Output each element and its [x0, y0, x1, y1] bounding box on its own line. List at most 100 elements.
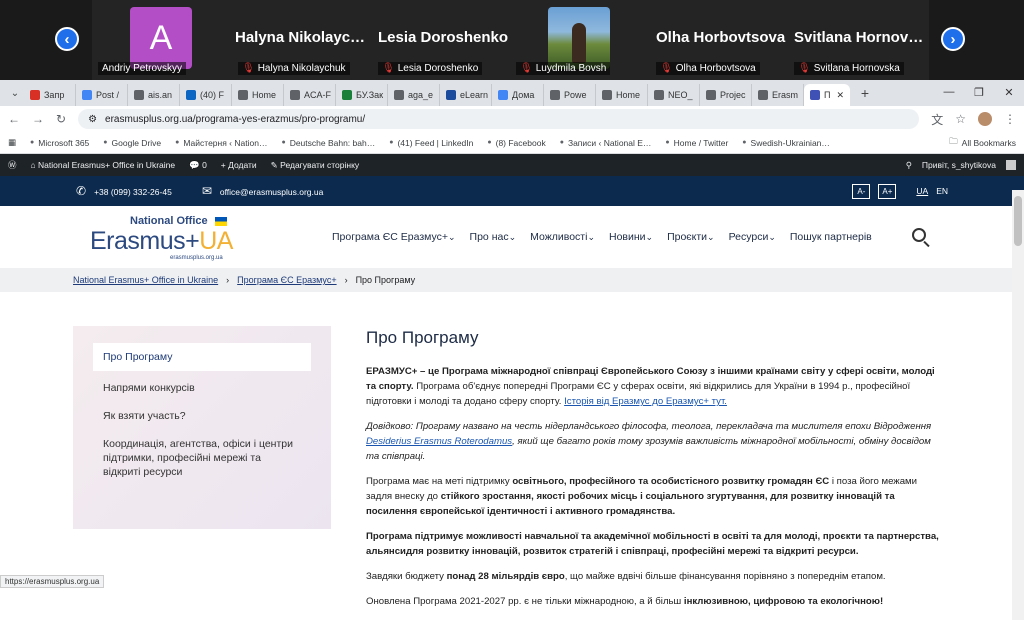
paragraph: ЕРАЗМУС+ – це Програма міжнародної співп… — [366, 366, 935, 407]
admin-greeting[interactable]: Привіт, s_shytikova — [922, 160, 996, 170]
search-icon[interactable] — [912, 228, 926, 242]
language-en[interactable]: EN — [936, 186, 948, 196]
next-page-arrow-icon[interactable]: › — [941, 27, 965, 51]
bookmark-item[interactable]: ● Майстерня ‹ Nation… — [175, 138, 267, 148]
browser-tab[interactable]: ais.an — [128, 84, 180, 106]
email-link[interactable]: office@erasmusplus.org.ua — [220, 187, 323, 197]
browser-tab[interactable]: ACA-F — [284, 84, 336, 106]
breadcrumb-section[interactable]: Програма ЄС Еразмус+ — [237, 275, 336, 285]
apps-grid-icon[interactable]: ▦ — [8, 137, 16, 148]
browser-tab[interactable]: Erasm — [752, 84, 804, 106]
bookmark-item[interactable]: ● Google Drive — [103, 138, 161, 148]
wordpress-logo-icon[interactable]: Ⓦ — [8, 159, 17, 171]
meeting-strip: ‹ A Andriy Petrovskyy Halyna Nikolayc… 🎙… — [0, 0, 1024, 80]
nav-item[interactable]: Програма ЄС Еразмус+⌄ — [332, 231, 456, 243]
browser-tab[interactable]: Home — [232, 84, 284, 106]
site-logo[interactable]: National Office Erasmus+UA erasmusplus.o… — [90, 213, 260, 261]
participant-tile[interactable]: Halyna Nikolayc… 🎙 Halyna Nikolaychuk — [232, 0, 372, 80]
participant-name-label: 🎙 Lesia Doroshenko — [378, 62, 483, 75]
erasmus-link[interactable]: Desiderius Erasmus Roterodamus — [366, 436, 512, 447]
sidebar-item-calls[interactable]: Напрями конкурсів — [93, 374, 311, 402]
nav-item[interactable]: Про нас⌄ — [470, 231, 517, 243]
participant-tile[interactable]: Andriy Petrovskyy — [92, 0, 232, 80]
history-link[interactable]: Історія від Еразмус до Еразмус+ тут. — [564, 396, 727, 407]
font-decrease-button[interactable]: A- — [852, 183, 871, 199]
close-icon[interactable]: ✕ — [994, 80, 1024, 104]
nav-item[interactable]: Проєкти⌄ — [667, 231, 715, 243]
breadcrumb-separator: › — [226, 275, 230, 285]
back-icon[interactable]: ← — [8, 112, 20, 126]
browser-tab[interactable]: eLearn — [440, 84, 492, 106]
browser-window: ⌄ Запр Post / ais.an (40) F Home ACA-F БУ.Зак a… — [0, 80, 1024, 620]
forward-icon[interactable]: → — [32, 112, 44, 126]
reload-icon[interactable]: ↻ — [56, 112, 66, 126]
breadcrumb-home[interactable]: National Erasmus+ Office in Ukraine — [73, 275, 218, 285]
tab-favicon-icon — [550, 90, 560, 100]
phone-number[interactable]: +38 (099) 332-26-45 — [94, 187, 172, 197]
edit-page-link[interactable]: ✎ Редагувати сторінку — [271, 160, 359, 171]
tab-search-chevron-icon[interactable]: ⌄ — [6, 84, 24, 102]
browser-tab[interactable]: Projec — [700, 84, 752, 106]
bookmark-item[interactable]: ● (41) Feed | LinkedIn — [389, 138, 473, 148]
bookmark-item[interactable]: ● Swedish-Ukrainian… — [742, 138, 830, 148]
participant-tile[interactable]: Olha Horbovtsova 🎙 Olha Horbovtsova — [650, 0, 790, 80]
tab-favicon-icon — [758, 90, 768, 100]
breadcrumb-current: Про Програму — [355, 275, 416, 285]
nav-item[interactable]: Пошук партнерів — [790, 231, 872, 243]
tab-favicon-icon — [446, 90, 456, 100]
bookmark-item[interactable]: ● (8) Facebook — [487, 138, 545, 148]
scrollbar-thumb[interactable] — [1014, 196, 1022, 246]
browser-tab[interactable]: БУ.Зак — [336, 84, 388, 106]
minimize-icon[interactable]: — — [934, 80, 964, 104]
admin-search-icon[interactable]: ⚲ — [906, 160, 912, 171]
profile-avatar[interactable] — [978, 112, 992, 126]
bookmark-item[interactable]: ● Записи ‹ National E… — [560, 138, 652, 148]
previous-page-arrow-icon[interactable]: ‹ — [55, 27, 79, 51]
admin-site-link[interactable]: ⌂ National Erasmus+ Office in Ukraine — [31, 160, 176, 170]
scrollbar[interactable] — [1012, 190, 1024, 620]
browser-tab[interactable]: Запр — [24, 84, 76, 106]
browser-tab[interactable]: Post / — [76, 84, 128, 106]
browser-tab[interactable]: aga_e — [388, 84, 440, 106]
paragraph: Програма підтримує можливості навчальної… — [366, 531, 939, 557]
sidebar-item-coordination[interactable]: Координація, агентства, офіси і центри п… — [93, 430, 311, 486]
add-new-link[interactable]: + Додати — [221, 160, 257, 170]
site-info-icon[interactable]: ⚙ — [88, 114, 97, 125]
bookmark-favicon-icon: ● — [487, 139, 492, 146]
chevron-down-icon: ⌄ — [645, 232, 654, 242]
browser-tab[interactable]: Powe — [544, 84, 596, 106]
bookmark-item[interactable]: ● Microsoft 365 — [30, 138, 89, 148]
tab-label: БУ.Зак — [356, 90, 384, 100]
muted-mic-icon: 🎙 — [798, 63, 811, 74]
bookmark-star-icon[interactable]: ☆ — [955, 112, 966, 126]
sidebar-item-about[interactable]: Про Програму — [93, 343, 311, 371]
browser-tab[interactable]: NEO_ — [648, 84, 700, 106]
participant-name-label: Andriy Petrovskyy — [98, 62, 187, 75]
new-tab-icon[interactable]: + — [856, 84, 874, 102]
bookmark-item[interactable]: ● Home / Twitter — [665, 138, 728, 148]
font-increase-button[interactable]: A+ — [878, 183, 897, 199]
participant-tile[interactable]: 🎙 Luydmila Bovsh — [510, 0, 650, 80]
sidebar-item-participate[interactable]: Як взяти участь? — [93, 402, 311, 430]
participant-display-name: Halyna Nikolayc… — [235, 29, 366, 46]
browser-tab[interactable]: П ✕ — [804, 84, 850, 106]
bookmark-favicon-icon: ● — [103, 139, 108, 146]
translate-icon[interactable]: 文 — [931, 111, 943, 128]
nav-item[interactable]: Можливості⌄ — [530, 231, 595, 243]
nav-item[interactable]: Новини⌄ — [609, 231, 653, 243]
url-field[interactable]: ⚙ erasmusplus.org.ua/programa-yes-erazmu… — [78, 109, 920, 129]
menu-icon[interactable]: ⋮ — [1004, 112, 1016, 126]
all-bookmarks-folder[interactable]: 🗀 All Bookmarks — [949, 136, 1016, 150]
participant-tile[interactable]: Svitlana Hornov… 🎙 Svitlana Hornovska — [788, 0, 928, 80]
language-ua[interactable]: UA — [916, 186, 928, 196]
bookmark-item[interactable]: ● Deutsche Bahn: bah… — [281, 138, 375, 148]
comments-link[interactable]: 💬 0 — [189, 160, 207, 171]
nav-item[interactable]: Ресурси⌄ — [729, 231, 776, 243]
close-tab-icon[interactable]: ✕ — [836, 90, 844, 101]
browser-tab[interactable]: Дома — [492, 84, 544, 106]
browser-tab[interactable]: Home — [596, 84, 648, 106]
admin-avatar[interactable] — [1006, 160, 1016, 170]
browser-tab[interactable]: (40) F — [180, 84, 232, 106]
restore-icon[interactable]: ❐ — [964, 80, 994, 104]
participant-tile[interactable]: Lesia Doroshenko 🎙 Lesia Doroshenko — [372, 0, 512, 80]
